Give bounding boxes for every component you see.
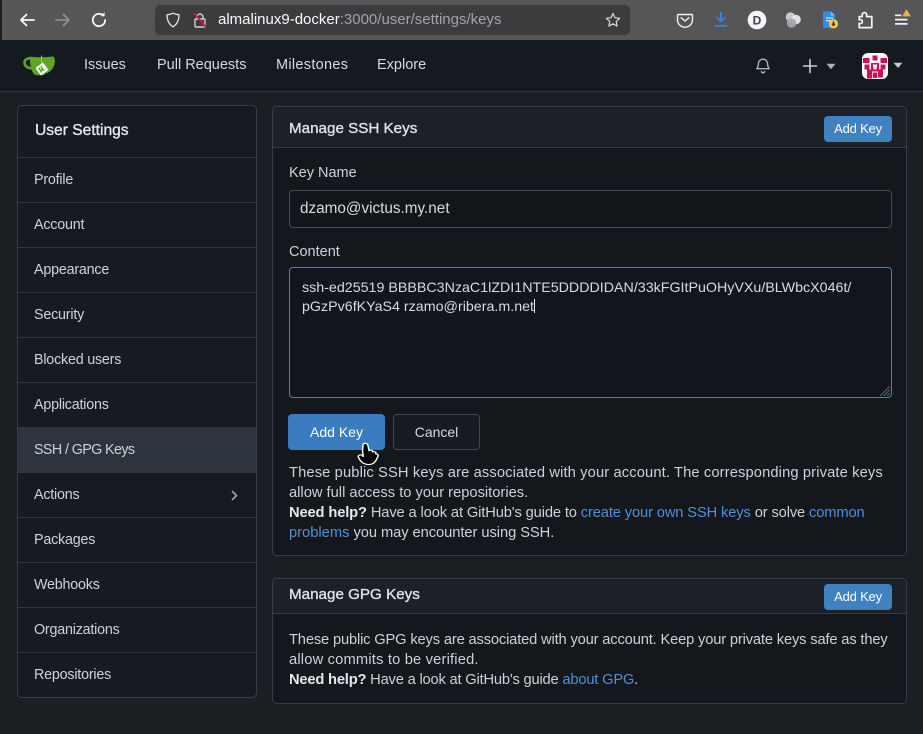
svg-text:D: D [753, 13, 762, 27]
